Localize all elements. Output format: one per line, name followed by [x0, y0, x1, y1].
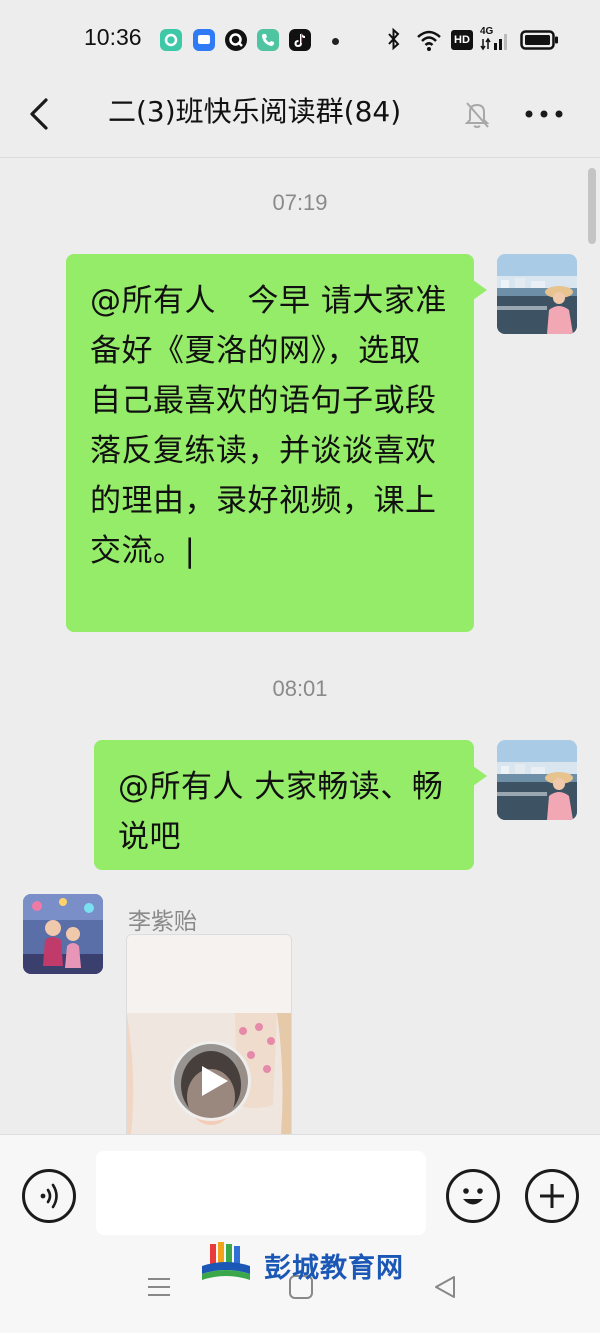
message-text: @所有人 大家畅读、畅说吧: [118, 769, 444, 855]
avatar[interactable]: [23, 894, 103, 974]
input-bar: [0, 1134, 600, 1244]
message-timestamp: 08:01: [272, 676, 328, 701]
chat-title: 二(3)班快乐阅读群(84): [108, 95, 402, 128]
chat-header: 二(3)班快乐阅读群(84): [0, 80, 600, 158]
hd-icon: HD: [451, 30, 473, 50]
watermark-logo: 彭城教育网: [196, 1240, 420, 1290]
back-button[interactable]: [22, 94, 58, 134]
avatar[interactable]: [497, 254, 577, 334]
4g-signal-icon: 4G: [480, 26, 510, 54]
video-message[interactable]: [126, 934, 292, 1134]
q-icon: [225, 29, 247, 51]
bell-muted-icon: [464, 102, 490, 128]
message-text: @所有人 今早 请大家准备好《夏洛的网》，选取自己最喜欢的语句子或段落反复练读，…: [90, 283, 447, 569]
message-list[interactable]: 07:19 @所有人 今早 请大家准备好《夏洛的网》，选取自己最喜欢的语句子或段…: [0, 158, 600, 1134]
message-timestamp: 07:19: [272, 190, 328, 215]
message-bubble[interactable]: @所有人 今早 请大家准备好《夏洛的网》，选取自己最喜欢的语句子或段落反复练读，…: [66, 254, 487, 632]
message-bubble[interactable]: @所有人 大家畅读、畅说吧: [94, 740, 487, 870]
watermark-text: 彭城教育网: [264, 1253, 404, 1284]
notification-dot: [332, 38, 339, 45]
play-button[interactable]: [171, 1041, 251, 1121]
tiktok-icon: [289, 29, 311, 51]
phone-icon: [257, 29, 279, 51]
back-nav-button[interactable]: [432, 1274, 458, 1300]
sender-name: 李紫贻: [128, 909, 197, 935]
menu-nav-button[interactable]: [146, 1274, 172, 1300]
status-time: 10:36: [84, 24, 142, 50]
more-options-button[interactable]: [522, 104, 566, 124]
status-bar: 10:36 HD 4G: [0, 0, 600, 80]
emoji-button[interactable]: [446, 1169, 500, 1223]
message-input[interactable]: [96, 1151, 426, 1235]
battery-icon: [520, 30, 558, 50]
more-functions-button[interactable]: [525, 1169, 579, 1223]
voice-input-button[interactable]: [22, 1169, 76, 1223]
messages-icon: [193, 29, 215, 51]
app-icon-1: [160, 29, 182, 51]
avatar[interactable]: [497, 740, 577, 820]
bluetooth-icon: [388, 27, 400, 51]
wifi-icon: [417, 30, 441, 51]
